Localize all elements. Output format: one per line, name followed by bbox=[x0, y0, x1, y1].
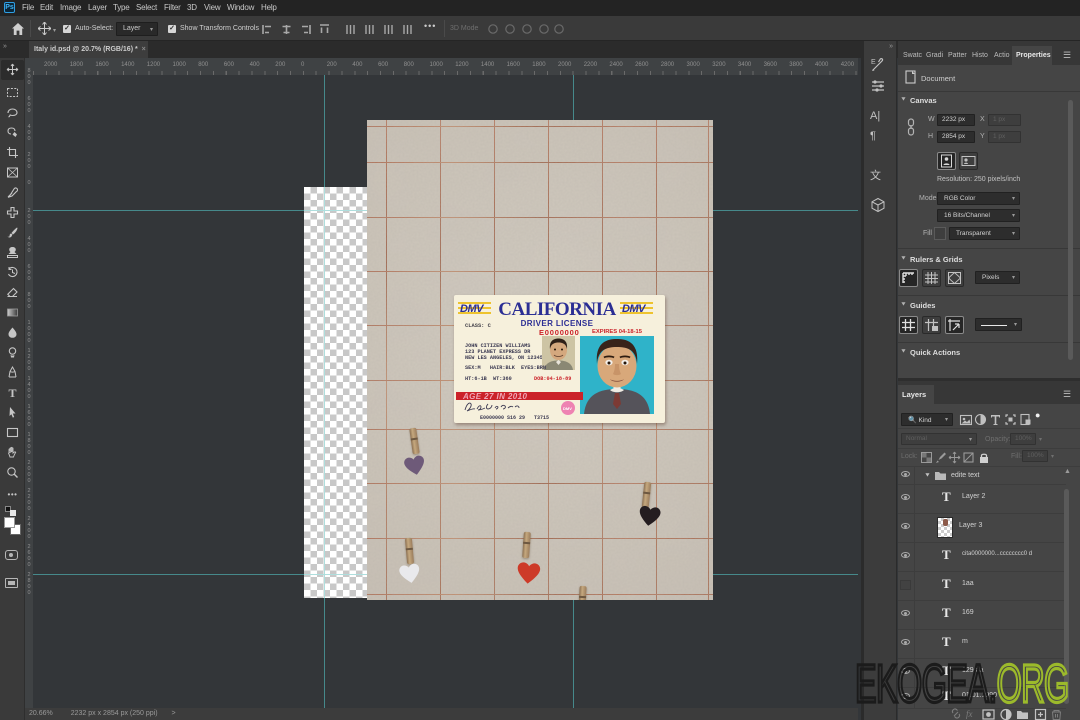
svg-text:T: T bbox=[9, 386, 17, 399]
svg-text:E: E bbox=[871, 59, 876, 66]
